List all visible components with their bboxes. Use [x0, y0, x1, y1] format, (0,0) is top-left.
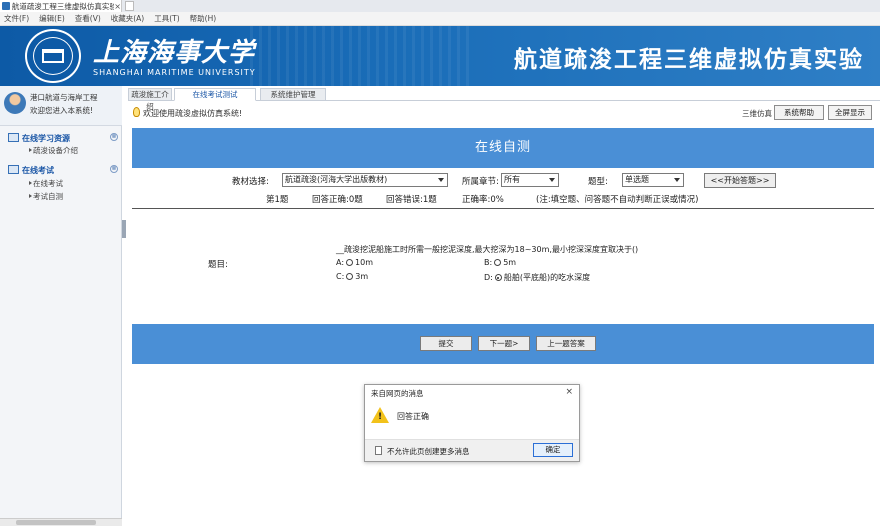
chapter-label: 所属章节: [462, 177, 499, 187]
banner-decoration [250, 26, 470, 86]
close-icon[interactable]: × [565, 387, 573, 397]
user-welcome: 欢迎您进入本系统! [30, 106, 94, 115]
menu-favorites[interactable]: 收藏夹(A) [111, 13, 144, 24]
start-answering-button[interactable]: <<开始答题>> [704, 173, 776, 188]
previous-answer-button[interactable]: 上一题答案 [536, 336, 596, 351]
test-title: 在线自测 [132, 128, 874, 168]
avatar [4, 92, 26, 114]
question-type-select[interactable]: 单选题 [622, 173, 684, 187]
suppress-checkbox[interactable] [375, 446, 382, 455]
notice-bar: 欢迎使用疏浚虚拟仿真系统! 三维仿真 系统帮助 全屏显示 [128, 104, 880, 122]
browser-menu-bar: 文件(F) 编辑(E) 查看(V) 收藏夹(A) 工具(T) 帮助(H) [0, 12, 880, 26]
university-name-cn: 上海海事大学 [93, 38, 256, 68]
menu-tools[interactable]: 工具(T) [154, 13, 179, 24]
fullscreen-button[interactable]: 全屏显示 [828, 105, 872, 120]
next-question-button[interactable]: 下一题> [478, 336, 530, 351]
page-favicon-icon [2, 2, 10, 10]
dialog-message: 回答正确 [397, 412, 429, 421]
welcome-message: 欢迎使用疏浚虚拟仿真系统! [143, 109, 243, 118]
radio-button[interactable] [346, 259, 354, 266]
content-tab-bar: 疏浚施工介绍 在线考试测试 系统维护管理 [128, 88, 880, 111]
chevron-down-icon [438, 178, 444, 182]
dialog-title: 来自网页的消息 [371, 389, 424, 398]
sidebar-collapse-handle[interactable] [122, 220, 126, 238]
system-title: 航道疏浚工程三维虚拟仿真实验 [514, 47, 864, 73]
chevron-down-icon [674, 178, 680, 182]
user-info-panel: 港口航道与海岸工程 欢迎您进入本系统! [0, 86, 122, 126]
option-c[interactable]: C: 3m [336, 272, 368, 281]
material-label: 教材选择: [232, 177, 269, 187]
option-b[interactable]: B: 5m [484, 258, 516, 267]
university-seal-icon [25, 29, 81, 83]
sidebar-item-self-test[interactable]: 考试自测 [33, 191, 63, 202]
correct-count: 回答正确:0题 [312, 195, 363, 205]
accuracy-rate: 正确率:0% [462, 195, 504, 205]
option-a[interactable]: A: 10m [336, 258, 373, 267]
chapter-select[interactable]: 所有 [501, 173, 559, 187]
mode-label: 三维仿真 [742, 109, 772, 118]
radio-button-selected[interactable] [494, 274, 502, 281]
ok-button[interactable]: 确定 [533, 443, 573, 457]
radio-button[interactable] [346, 273, 354, 280]
chevron-down-icon [549, 178, 555, 182]
question-text: __疏浚挖泥船施工时所需一般挖泥深度,最大挖深为18~30m,最小挖深深度宜取决… [336, 245, 639, 254]
arrow-right-icon [29, 181, 32, 185]
question-label: 题目: [208, 260, 228, 270]
browser-tab[interactable]: 航道疏浚工程三维虚拟仿真实验 × [0, 0, 122, 12]
dialog-footer: 不允许此页创建更多消息 确定 [365, 439, 579, 461]
lightbulb-icon [133, 107, 140, 117]
menu-view[interactable]: 查看(V) [75, 13, 101, 24]
browser-tab-title: 航道疏浚工程三维虚拟仿真实验 [11, 1, 115, 11]
menu-help[interactable]: 帮助(H) [190, 13, 217, 24]
question-type-label: 题型: [588, 177, 608, 187]
action-bar: 提交 下一题> 上一题答案 [132, 324, 874, 364]
sidebar-item-dredger-intro[interactable]: 疏浚设备介绍 [33, 145, 78, 156]
suppress-checkbox-label: 不允许此页创建更多消息 [387, 447, 470, 456]
user-department: 港口航道与海岸工程 [30, 93, 98, 102]
arrow-right-icon [29, 148, 32, 152]
arrow-right-icon [29, 194, 32, 198]
divider [132, 208, 874, 209]
exclamation-icon: ! [378, 412, 383, 422]
book-icon [8, 165, 19, 174]
browser-tab-strip: 航道疏浚工程三维虚拟仿真实验 × [0, 0, 880, 12]
submit-button[interactable]: 提交 [420, 336, 472, 351]
collapse-icon[interactable]: ⊗ [110, 133, 118, 141]
menu-edit[interactable]: 编辑(E) [39, 13, 65, 24]
university-name-en: SHANGHAI MARITIME UNIVERSITY [93, 68, 256, 77]
wrong-count: 回答错误:1题 [386, 195, 437, 205]
message-dialog: 来自网页的消息 × ! 回答正确 不允许此页创建更多消息 确定 [364, 384, 580, 462]
tab-system-maintenance[interactable]: 系统维护管理 [260, 88, 326, 101]
menu-file[interactable]: 文件(F) [4, 13, 29, 24]
horizontal-scrollbar[interactable] [0, 518, 122, 526]
system-help-button[interactable]: 系统帮助 [774, 105, 824, 120]
answer-stats: 第1题 回答正确:0题 回答错误:1题 正确率:0% (注:填空题、问答题不自动… [132, 192, 874, 206]
radio-button[interactable] [494, 259, 502, 266]
close-icon[interactable]: × [114, 2, 121, 11]
tab-dredging-intro[interactable]: 疏浚施工介绍 [128, 88, 172, 111]
sidebar-section-learning[interactable]: 在线学习资源 [22, 133, 70, 144]
option-d[interactable]: D: 船舶(平底船)的吃水深度 [484, 272, 590, 283]
sidebar: 港口航道与海岸工程 欢迎您进入本系统! 在线学习资源 ⊗ 疏浚设备介绍 在线考试… [0, 86, 122, 526]
collapse-icon[interactable]: ⊗ [110, 165, 118, 173]
sidebar-section-exam[interactable]: 在线考试 [22, 165, 54, 176]
book-icon [8, 133, 19, 142]
stats-note: (注:填空题、问答题不自动判断正误或情况) [536, 195, 699, 205]
site-header-banner: 上海海事大学 SHANGHAI MARITIME UNIVERSITY 航道疏浚… [0, 26, 880, 86]
material-select[interactable]: 航道疏浚(河海大学出版教材) [282, 173, 448, 187]
current-question: 第1题 [266, 195, 289, 205]
new-tab-button[interactable] [125, 1, 134, 11]
test-filters: 教材选择: 航道疏浚(河海大学出版教材) 所属章节: 所有 题型: 单选题 <<… [132, 172, 874, 190]
tab-online-exam[interactable]: 在线考试测试 [174, 88, 256, 101]
sidebar-item-online-exam[interactable]: 在线考试 [33, 178, 63, 189]
